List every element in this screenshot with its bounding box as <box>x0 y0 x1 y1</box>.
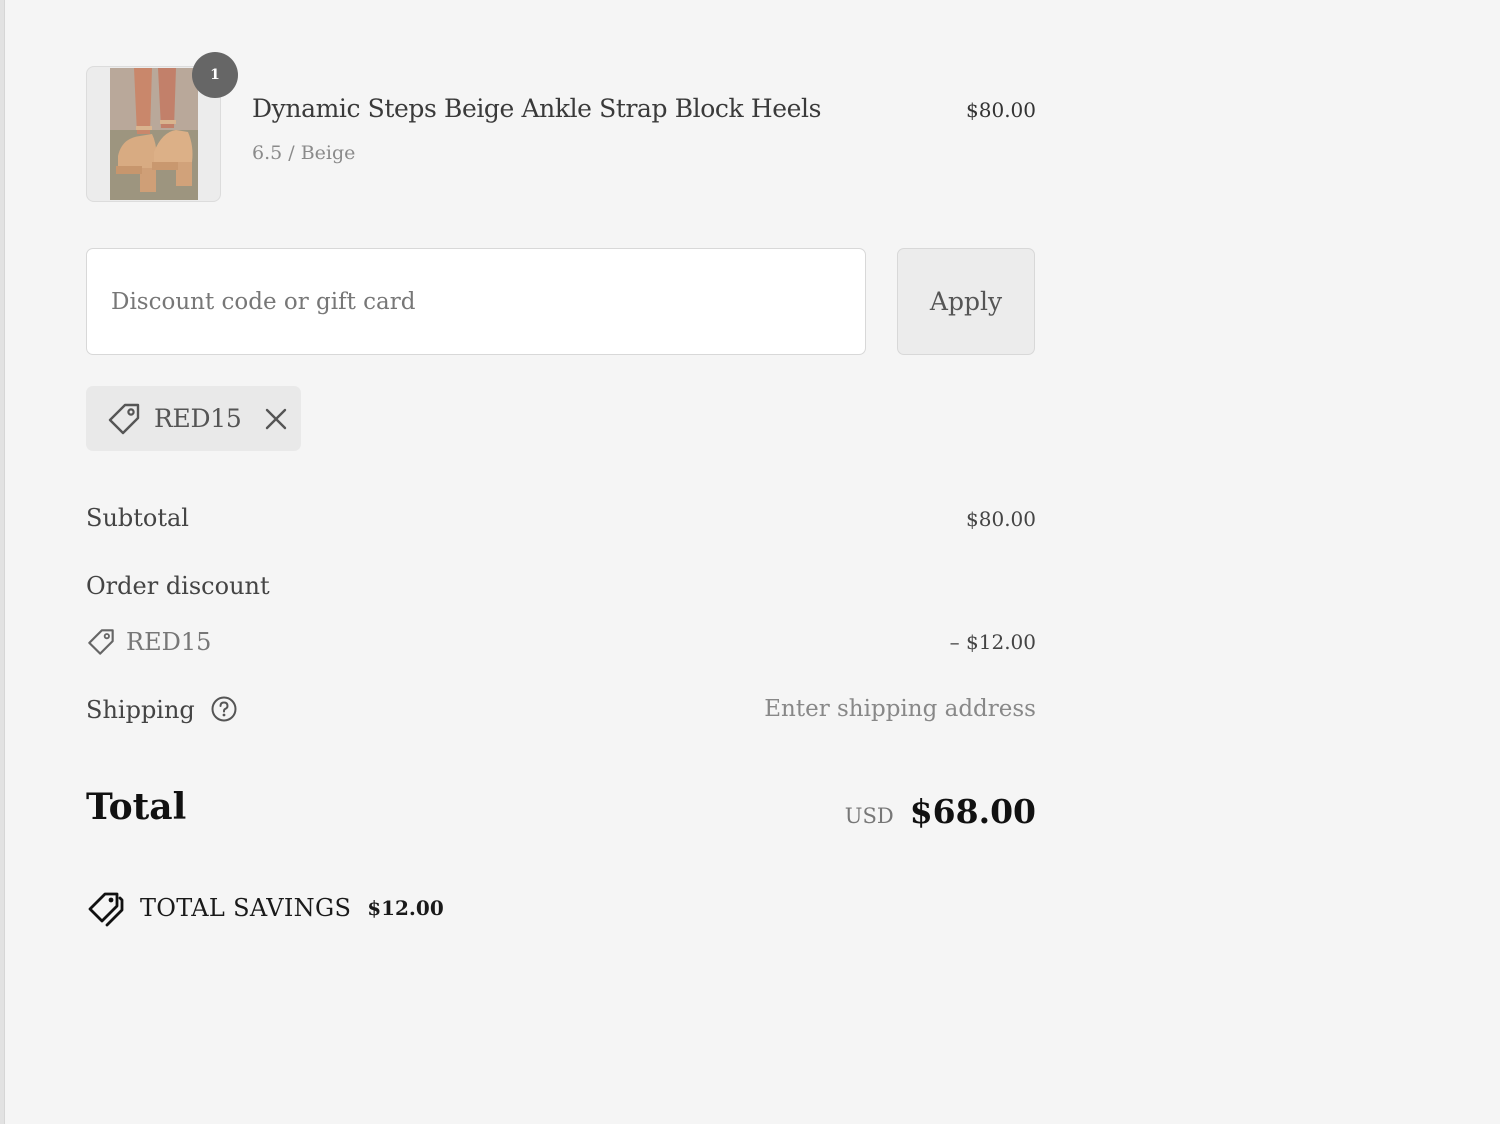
double-tag-icon <box>86 888 126 928</box>
total-savings: TOTAL SAVINGS $12.00 <box>86 888 444 928</box>
total-label: Total <box>86 786 187 828</box>
product-name: Dynamic Steps Beige Ankle Strap Block He… <box>252 94 822 123</box>
order-discount-label: Order discount <box>86 572 270 600</box>
quantity-badge: 1 <box>192 52 238 98</box>
discount-value: – $12.00 <box>949 630 1036 654</box>
apply-discount-button[interactable]: Apply <box>897 248 1035 355</box>
product-image <box>110 68 198 200</box>
applied-discount-chip: RED15 <box>86 386 301 451</box>
total-savings-amount: $12.00 <box>367 896 444 920</box>
total-amount: $68.00 <box>909 792 1036 831</box>
line-item: 1 Dynamic Steps Beige Ankle Strap Block … <box>86 52 1036 202</box>
subtotal-label: Subtotal <box>86 504 189 532</box>
beige-block-heels-photo <box>110 68 198 200</box>
page-left-divider <box>0 0 5 1124</box>
product-thumbnail: 1 <box>86 52 238 202</box>
shipping-value: Enter shipping address <box>764 696 1036 722</box>
applied-discount-code: RED15 <box>154 404 242 433</box>
total-savings-label: TOTAL SAVINGS <box>140 894 352 922</box>
total-value-wrap: USD $68.00 <box>845 792 1036 831</box>
product-price: $80.00 <box>966 98 1036 122</box>
subtotal-value: $80.00 <box>966 507 1036 531</box>
currency-code: USD <box>844 804 894 828</box>
shipping-label-wrap: Shipping <box>86 696 238 726</box>
order-summary: 1 Dynamic Steps Beige Ankle Strap Block … <box>86 0 1036 1124</box>
help-circle-icon[interactable] <box>210 695 238 723</box>
product-variant: 6.5 / Beige <box>252 142 356 164</box>
close-icon[interactable] <box>261 404 291 434</box>
discount-code-input[interactable] <box>86 248 866 355</box>
discount-code-label: RED15 <box>86 627 211 657</box>
discount-code-text: RED15 <box>126 628 212 656</box>
tag-icon <box>86 627 116 657</box>
tag-icon <box>106 401 142 437</box>
shipping-label: Shipping <box>86 696 195 724</box>
